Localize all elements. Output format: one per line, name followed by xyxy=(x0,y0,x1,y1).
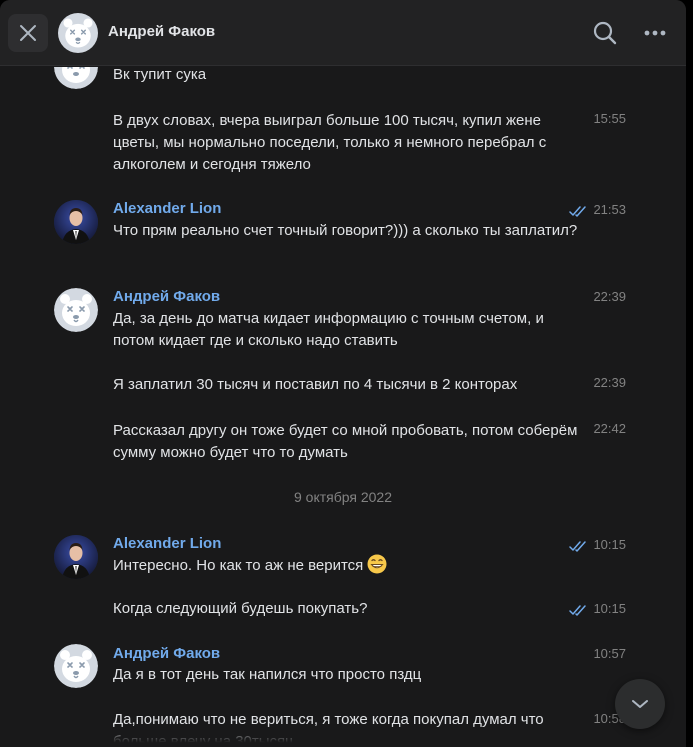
message-time: 15:55 xyxy=(593,111,626,126)
header-avatar[interactable] xyxy=(58,13,98,53)
message-text: Я заплатил 30 тысяч и поставил по 4 тыся… xyxy=(113,376,518,393)
message-text: Рассказал другу он тоже будет со мной пр… xyxy=(113,422,578,461)
message-time: 22:39 xyxy=(593,289,626,304)
chevron-down-icon xyxy=(632,700,648,708)
author-name[interactable]: Андрей Факов xyxy=(113,645,220,663)
bottom-fade xyxy=(0,725,686,747)
message-text: Когда следующий будешь покупать? xyxy=(113,600,368,617)
double-check-icon xyxy=(569,605,586,616)
message-time: 22:42 xyxy=(593,421,626,436)
close-button[interactable] xyxy=(8,14,48,52)
message-text: В двух словах, вчера выиграл больше 100 … xyxy=(113,112,547,173)
date-separator: 9 октября 2022 xyxy=(294,489,392,505)
message-text: Что прям реально счет точный говорит?)))… xyxy=(113,222,578,239)
avatar-alexander[interactable] xyxy=(54,200,98,244)
chat-title[interactable]: Андрей Факов xyxy=(108,23,215,41)
avatar-andrey[interactable] xyxy=(54,644,98,688)
author-name[interactable]: Андрей Факов xyxy=(113,288,220,306)
message-list[interactable]: Вк тупит сука В двух словах, вчера выигр… xyxy=(0,67,686,747)
message-time: 10:15 xyxy=(593,537,626,552)
author-name[interactable]: Alexander Lion xyxy=(113,535,221,553)
author-name[interactable]: Alexander Lion xyxy=(113,200,221,218)
avatar-andrey[interactable] xyxy=(54,288,98,332)
double-check-icon xyxy=(569,541,586,552)
message-time: 22:39 xyxy=(593,375,626,390)
message-text: Вк тупит сука xyxy=(113,67,207,83)
chat-header: Андрей Факов xyxy=(0,0,686,66)
avatar-andrey[interactable] xyxy=(54,67,98,89)
message-text: Да, за день до матча кидает информацию с… xyxy=(113,310,544,349)
message-text: Да я в тот день так напился что просто п… xyxy=(113,666,422,683)
message-text-content: Интересно. Но как то аж не верится xyxy=(113,557,364,574)
message-time: 21:53 xyxy=(593,202,626,217)
close-icon xyxy=(20,25,36,41)
message-text: Интересно. Но как то аж не верится xyxy=(113,554,583,577)
double-check-icon xyxy=(569,206,586,217)
message-time: 10:15 xyxy=(593,601,626,616)
more-icon[interactable] xyxy=(642,22,668,44)
scroll-down-button[interactable] xyxy=(615,679,665,729)
app-frame: Андрей Факов Вк тупит сука В двух словах… xyxy=(0,0,693,747)
search-icon[interactable] xyxy=(592,20,618,46)
avatar-alexander[interactable] xyxy=(54,535,98,579)
message-time: 10:57 xyxy=(593,646,626,661)
grinning-emoji-icon xyxy=(367,554,387,574)
chat-window: Андрей Факов Вк тупит сука В двух словах… xyxy=(0,0,686,747)
